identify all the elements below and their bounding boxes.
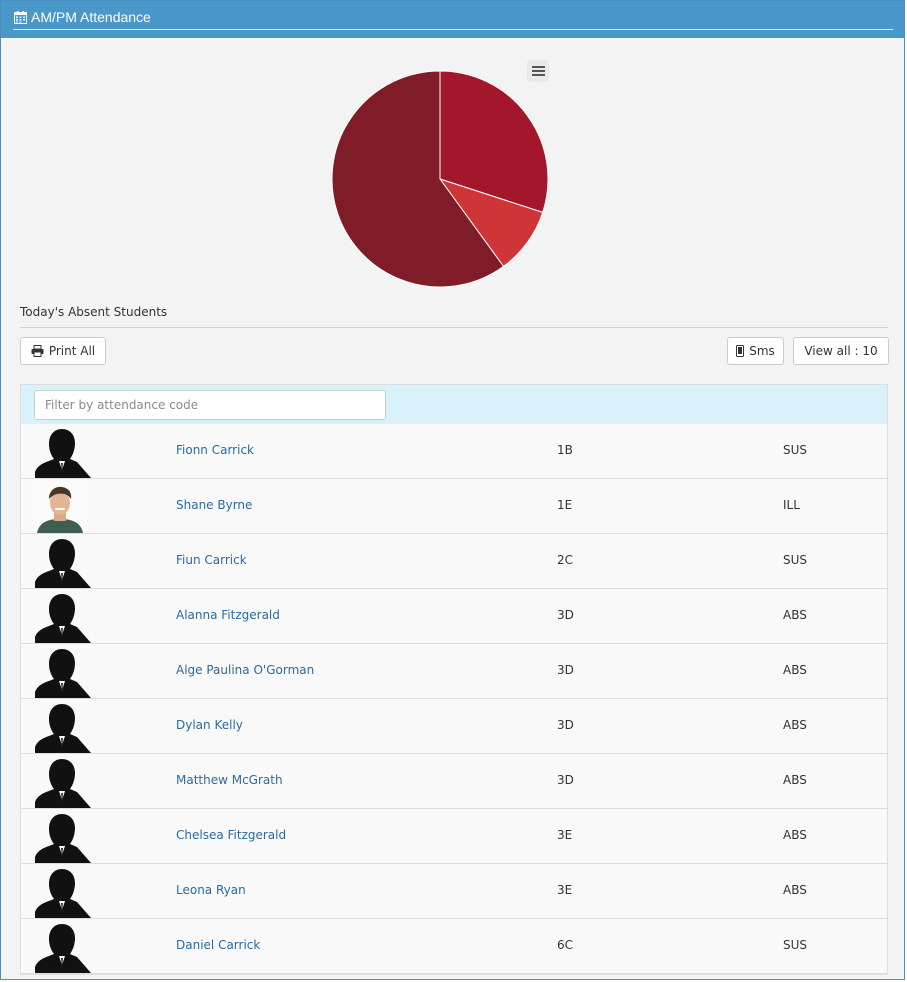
avatar xyxy=(35,593,91,643)
table-row: Matthew McGrath 3D ABS xyxy=(21,754,887,809)
panel-title: AM/PM Attendance xyxy=(14,9,151,25)
avatar xyxy=(35,428,91,478)
avatar xyxy=(35,923,91,973)
avatar xyxy=(35,703,91,753)
mobile-phone-icon xyxy=(736,345,745,357)
calendar-icon xyxy=(14,10,27,24)
panel-header: AM/PM Attendance xyxy=(1,1,904,38)
sms-button[interactable]: Sms xyxy=(727,337,784,365)
student-name-link[interactable]: Fionn Carrick xyxy=(176,443,254,457)
avatar-silhouette-icon xyxy=(35,704,91,753)
student-name-link[interactable]: Matthew McGrath xyxy=(176,773,283,787)
absent-students-table: Fionn Carrick 1B SUS Shane Byrne 1E ILL Fiun C… xyxy=(20,384,888,975)
printer-icon xyxy=(31,345,44,357)
student-name-link[interactable]: Dylan Kelly xyxy=(176,718,243,732)
avatar-silhouette-icon xyxy=(35,759,91,808)
table-row: Leona Ryan 3E ABS xyxy=(21,864,887,919)
attendance-code: ABS xyxy=(783,663,807,677)
student-class: 3D xyxy=(557,773,574,787)
student-class: 3D xyxy=(557,663,574,677)
print-all-label: Print All xyxy=(48,344,96,358)
student-class: 3E xyxy=(557,828,573,842)
table-row: Fionn Carrick 1B SUS xyxy=(21,424,887,479)
filter-input[interactable] xyxy=(34,390,386,420)
avatar xyxy=(35,758,91,808)
view-all-button[interactable]: View all : 10 xyxy=(793,337,889,365)
avatar xyxy=(35,538,91,588)
view-all-label: View all : 10 xyxy=(804,344,878,358)
table-row: Alge Paulina O'Gorman 3D ABS xyxy=(21,644,887,699)
table-row: Alanna Fitzgerald 3D ABS xyxy=(21,589,887,644)
avatar-photo-icon xyxy=(35,483,85,533)
student-class: 2C xyxy=(557,553,574,567)
attendance-code: ABS xyxy=(783,773,807,787)
student-name-link[interactable]: Leona Ryan xyxy=(176,883,246,897)
student-name-link[interactable]: Shane Byrne xyxy=(176,498,252,512)
table-row: Daniel Carrick 6C SUS xyxy=(21,919,887,974)
avatar-silhouette-icon xyxy=(35,594,91,643)
student-class: 1E xyxy=(557,498,573,512)
student-class: 3D xyxy=(557,718,574,732)
student-class: 3E xyxy=(557,883,573,897)
student-class: 3D xyxy=(557,608,574,622)
attendance-pie-chart xyxy=(1,38,904,298)
filter-row xyxy=(21,385,887,425)
student-class: 1B xyxy=(557,443,573,457)
avatar-silhouette-icon xyxy=(35,649,91,698)
student-name-link[interactable]: Alanna Fitzgerald xyxy=(176,608,280,622)
attendance-code: SUS xyxy=(783,553,808,567)
panel-title-text: AM/PM Attendance xyxy=(31,9,151,25)
avatar xyxy=(35,648,91,698)
header-divider xyxy=(13,29,893,30)
section-title: Today's Absent Students xyxy=(20,305,168,319)
attendance-code: SUS xyxy=(783,938,808,952)
avatar-silhouette-icon xyxy=(35,924,91,973)
avatar-silhouette-icon xyxy=(35,429,91,478)
avatar-silhouette-icon xyxy=(35,539,91,588)
attendance-code: ILL xyxy=(783,498,800,512)
attendance-code: ABS xyxy=(783,718,807,732)
table-row: Chelsea Fitzgerald 3E ABS xyxy=(21,809,887,864)
student-name-link[interactable]: Fiun Carrick xyxy=(176,553,247,567)
student-name-link[interactable]: Daniel Carrick xyxy=(176,938,260,952)
attendance-code: SUS xyxy=(783,443,808,457)
student-name-link[interactable]: Chelsea Fitzgerald xyxy=(176,828,286,842)
print-all-button[interactable]: Print All xyxy=(20,337,106,365)
avatar xyxy=(35,868,91,918)
sms-label: Sms xyxy=(749,344,775,358)
hamburger-menu-icon[interactable] xyxy=(527,60,549,82)
attendance-code: ABS xyxy=(783,608,807,622)
table-row: Dylan Kelly 3D ABS xyxy=(21,699,887,754)
attendance-code: ABS xyxy=(783,828,807,842)
avatar-silhouette-icon xyxy=(35,814,91,863)
attendance-code: ABS xyxy=(783,883,807,897)
avatar xyxy=(35,813,91,863)
section-divider xyxy=(20,327,888,328)
attendance-panel: AM/PM Attendance Today's Absent Students… xyxy=(0,0,905,980)
table-row: Fiun Carrick 2C SUS xyxy=(21,534,887,589)
student-class: 6C xyxy=(557,938,574,952)
student-name-link[interactable]: Alge Paulina O'Gorman xyxy=(176,663,314,677)
avatar-silhouette-icon xyxy=(35,869,91,918)
pie-chart-svg xyxy=(331,70,549,288)
table-row: Shane Byrne 1E ILL xyxy=(21,479,887,534)
avatar xyxy=(35,483,85,533)
